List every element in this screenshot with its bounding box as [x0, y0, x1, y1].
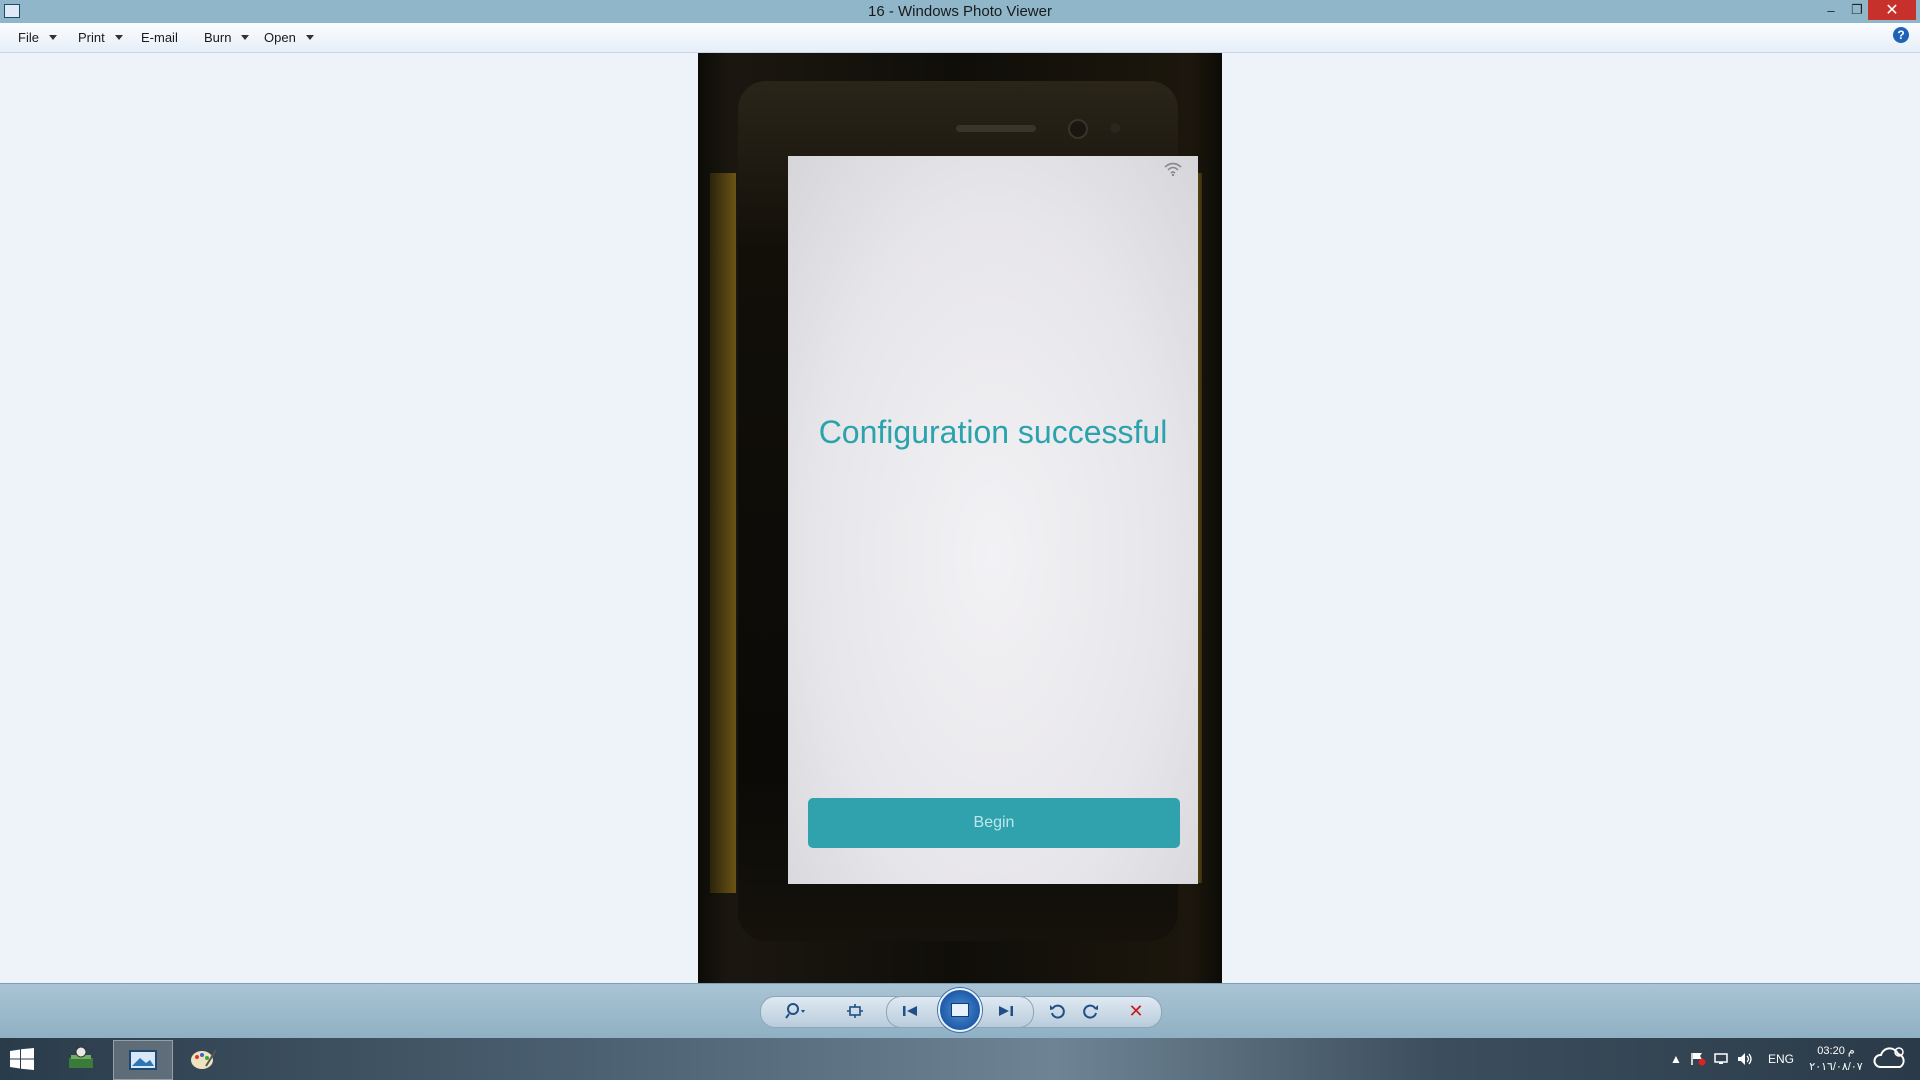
scanner-app-icon [69, 1046, 93, 1068]
chevron-down-icon [305, 35, 314, 40]
menu-print-label: Print [78, 30, 105, 45]
photo-display: Configuration successful Begin [698, 53, 1222, 983]
paint-app[interactable] [174, 1040, 232, 1078]
network-icon[interactable] [1713, 1038, 1729, 1080]
delete-icon[interactable]: ✕ [1124, 999, 1148, 1023]
paint-app-icon [191, 1049, 217, 1069]
phone-screen: Configuration successful Begin [788, 156, 1198, 884]
menu-email-label: E-mail [141, 30, 178, 45]
language-indicator[interactable]: ENG [1768, 1038, 1794, 1080]
phone-speaker [956, 125, 1036, 132]
clock-date: ٢٠١٦/٠٨/٠٧ [1809, 1061, 1863, 1073]
window-title: 16 - Windows Photo Viewer [868, 3, 1052, 20]
restore-button[interactable]: ❐ [1844, 0, 1870, 20]
title-bar: 16 - Windows Photo Viewer – ❐ ✕ [0, 0, 1920, 23]
weather-icon[interactable] [1872, 1038, 1908, 1080]
restore-icon: ❐ [1851, 2, 1863, 17]
configuration-message: Configuration successful [818, 414, 1168, 450]
clock[interactable]: 03:20 م ٢٠١٦/٠٨/٠٧ [1800, 1043, 1872, 1075]
zoom-icon[interactable] [784, 999, 808, 1023]
menu-burn-label: Burn [204, 30, 232, 45]
start-icon[interactable] [10, 1048, 34, 1070]
menu-burn[interactable]: Burn [204, 30, 250, 45]
menu-file-label: File [18, 30, 39, 45]
menu-bar: File Print E-mail Burn Open [0, 23, 1920, 53]
viewer-toolbar: ✕ [0, 983, 1920, 1039]
menu-open-label: Open [264, 30, 296, 45]
photo-viewer-app[interactable] [113, 1040, 173, 1080]
taskbar: ▲ ENG 03:20 م ٢٠١٦/٠٨/٠٧ [0, 1038, 1920, 1080]
chevron-down-icon [241, 35, 250, 40]
wifi-icon [1164, 162, 1182, 176]
menu-file[interactable]: File [18, 30, 57, 45]
show-hidden-icons-button[interactable]: ▲ [1670, 1038, 1682, 1080]
minimize-icon: – [1827, 2, 1835, 18]
phone-camera [1068, 119, 1088, 139]
scanner-app[interactable] [52, 1040, 110, 1078]
menu-print[interactable]: Print [78, 30, 123, 45]
slideshow-icon [951, 1003, 969, 1017]
chevron-down-icon [114, 35, 123, 40]
phone-sensor [1110, 123, 1120, 133]
clock-time: 03:20 م [1817, 1045, 1855, 1057]
previous-icon[interactable] [898, 999, 922, 1023]
slideshow-button[interactable] [938, 988, 982, 1032]
close-icon: ✕ [1885, 2, 1899, 19]
minimize-button[interactable]: – [1818, 0, 1844, 20]
rotate-clockwise-icon[interactable] [1079, 999, 1103, 1023]
phone-body: Configuration successful Begin [738, 81, 1198, 941]
background-object [710, 173, 736, 893]
menu-open[interactable]: Open [264, 30, 314, 45]
chevron-down-icon [48, 35, 57, 40]
close-button[interactable]: ✕ [1868, 0, 1916, 20]
action-center-flag-icon[interactable] [1690, 1038, 1706, 1080]
next-icon[interactable] [994, 999, 1018, 1023]
volume-icon[interactable] [1737, 1038, 1753, 1080]
rotate-counterclockwise-icon[interactable] [1045, 999, 1069, 1023]
menu-email[interactable]: E-mail [141, 30, 178, 45]
chevron-up-icon: ▲ [1670, 1052, 1682, 1066]
photo-viewer-app-icon [129, 1050, 157, 1070]
help-icon[interactable]: ? [1893, 27, 1909, 43]
begin-button: Begin [808, 798, 1180, 848]
actual-size-icon[interactable] [843, 999, 867, 1023]
